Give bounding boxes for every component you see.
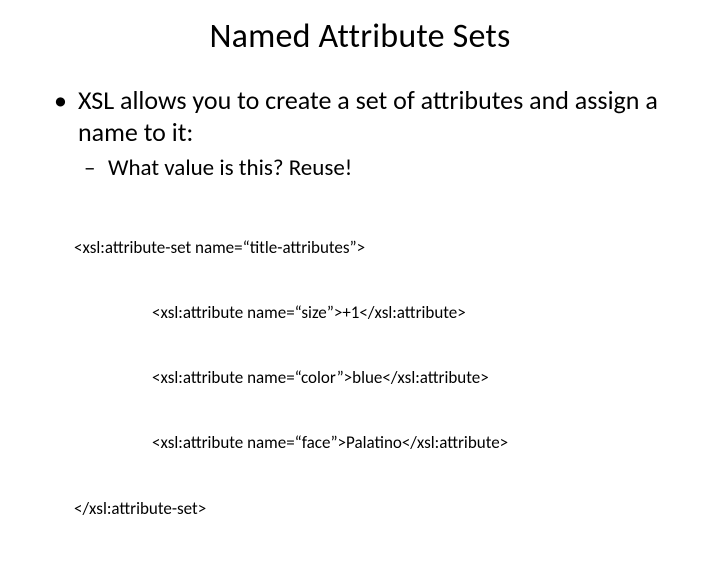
code-block: <xsl:attribute-set name=“title-attribute…: [74, 193, 680, 563]
code-line: <xsl:attribute name=“face”>Palatino</xsl…: [74, 432, 680, 454]
slide-title: Named Attribute Sets: [40, 16, 680, 57]
sub-bullet-text: What value is this? Reuse!: [108, 154, 352, 182]
sub-bullet-item: What value is this? Reuse!: [84, 154, 680, 183]
code-line: </xsl:attribute-set>: [74, 498, 680, 520]
bullet-list: XSL allows you to create a set of attrib…: [50, 85, 680, 183]
bullet-item: XSL allows you to create a set of attrib…: [50, 85, 680, 183]
slide: Named Attribute Sets XSL allows you to c…: [0, 0, 720, 540]
code-line: <xsl:attribute name=“color”>blue</xsl:at…: [74, 367, 680, 389]
sub-bullet-list: What value is this? Reuse!: [84, 154, 680, 183]
code-line: <xsl:attribute name=“size”>+1</xsl:attri…: [74, 302, 680, 324]
bullet-text: XSL allows you to create a set of attrib…: [78, 84, 658, 148]
code-line: <xsl:attribute-set name=“title-attribute…: [74, 237, 680, 259]
